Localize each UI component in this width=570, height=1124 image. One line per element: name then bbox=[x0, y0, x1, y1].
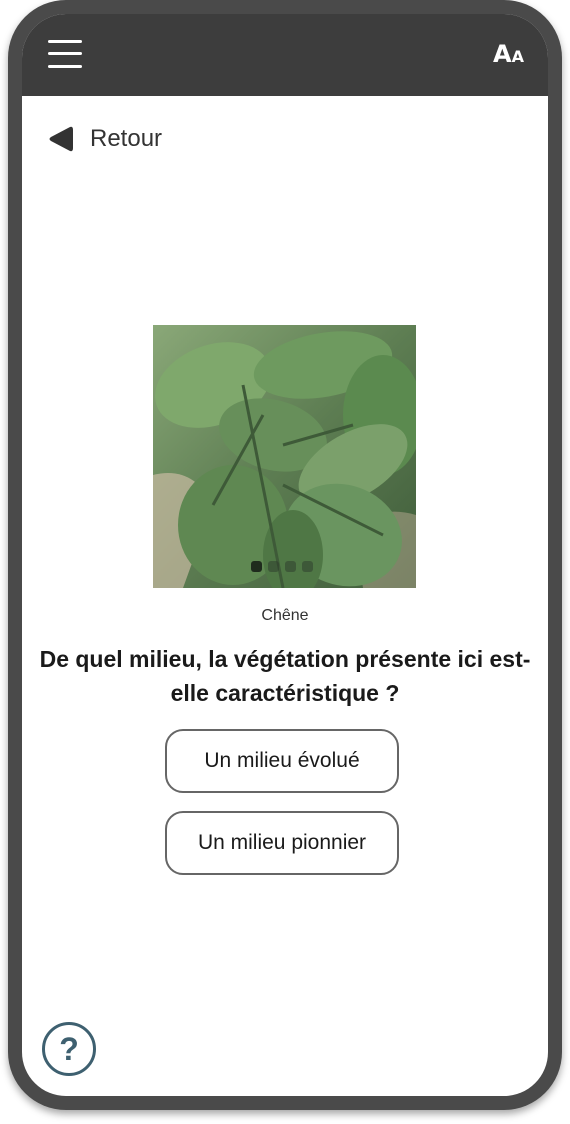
back-button[interactable]: Retour bbox=[48, 124, 162, 154]
font-size-button[interactable]: AA bbox=[493, 40, 524, 70]
answer-button-pionnier[interactable]: Un milieu pionnier bbox=[165, 811, 399, 875]
font-size-small-letter: A bbox=[511, 47, 524, 66]
back-label: Retour bbox=[90, 125, 163, 152]
carousel-dot[interactable] bbox=[302, 561, 313, 572]
help-question-icon[interactable]: ? bbox=[42, 1022, 96, 1076]
phone-frame: AA Retour Chêne De quel milieu, la végét… bbox=[8, 0, 562, 1110]
image-caption: Chêne bbox=[261, 607, 309, 624]
answer-button-evolue[interactable]: Un milieu évolué bbox=[165, 729, 399, 793]
oak-leaves-image bbox=[153, 325, 416, 588]
carousel-indicator bbox=[251, 561, 313, 572]
oak-leaves-photo[interactable] bbox=[153, 325, 416, 588]
carousel-dot[interactable] bbox=[268, 561, 279, 572]
top-bar: AA bbox=[22, 14, 548, 96]
hamburger-menu-icon[interactable] bbox=[48, 38, 82, 70]
app-screen: AA Retour Chêne De quel milieu, la végét… bbox=[22, 14, 548, 1096]
quiz-question: De quel milieu, la végétation présente i… bbox=[39, 646, 531, 706]
back-arrow-icon bbox=[49, 126, 73, 152]
carousel-dot[interactable] bbox=[285, 561, 296, 572]
carousel-dot[interactable] bbox=[251, 561, 262, 572]
font-size-big-letter: A bbox=[493, 40, 512, 68]
